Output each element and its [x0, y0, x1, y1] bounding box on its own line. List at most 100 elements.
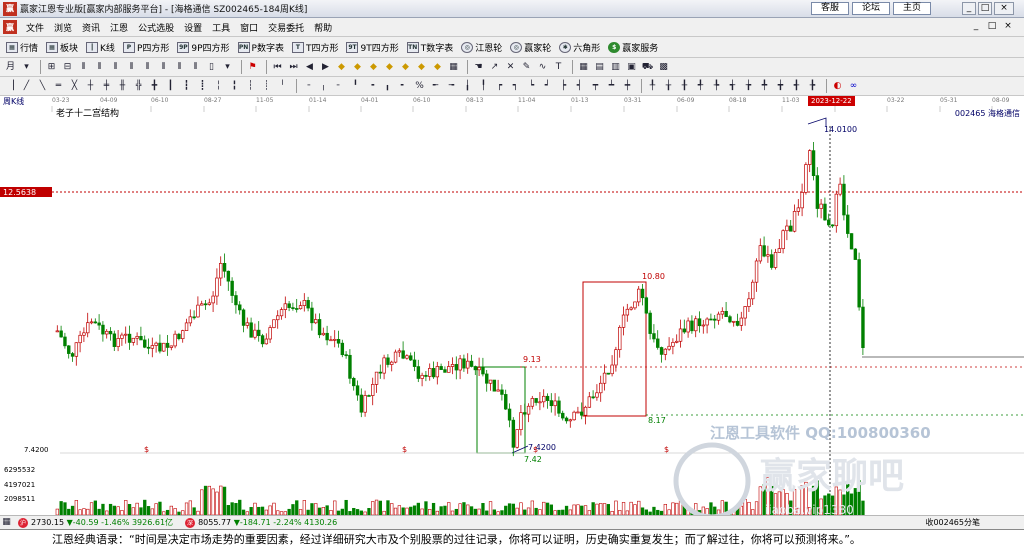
- color-wheel-icon[interactable]: ◐: [831, 80, 844, 93]
- t-number-table-button[interactable]: TN T数字表: [406, 41, 453, 54]
- line-icon[interactable]: ╿: [477, 80, 490, 93]
- ruler-icon[interactable]: ⊟: [61, 61, 74, 74]
- line-icon[interactable]: ╊: [806, 80, 819, 93]
- maximize-button[interactable]: □: [978, 2, 992, 15]
- cross-icon[interactable]: ✕: [504, 61, 517, 74]
- line-icon[interactable]: ╻: [381, 80, 394, 93]
- mdi-minimize-button[interactable]: _: [970, 21, 982, 31]
- line-icon[interactable]: ╪: [100, 80, 113, 93]
- diamond-icon[interactable]: ◆: [367, 61, 380, 74]
- zoom-icon[interactable]: ⊞: [45, 61, 58, 74]
- menu-info[interactable]: 资讯: [77, 21, 105, 34]
- line-icon[interactable]: ╱: [20, 80, 33, 93]
- bus-icon[interactable]: ▩: [657, 61, 670, 74]
- line-icon[interactable]: ┕: [525, 80, 538, 93]
- flag-icon[interactable]: ⚑: [246, 61, 259, 74]
- line-icon[interactable]: ┯: [589, 80, 602, 93]
- sector-button[interactable]: ▦ 板块: [46, 41, 78, 54]
- line-icon[interactable]: ┍: [493, 80, 506, 93]
- minimize-button[interactable]: _: [962, 2, 976, 15]
- menu-help[interactable]: 帮助: [309, 21, 337, 34]
- line-icon[interactable]: ╲: [36, 80, 49, 93]
- infinity-icon[interactable]: ∞: [847, 80, 860, 93]
- line-icon[interactable]: ╅: [726, 80, 739, 93]
- quotes-button[interactable]: ▦ 行情: [6, 41, 38, 54]
- grid-icon[interactable]: ▦: [577, 61, 590, 74]
- dropdown-icon[interactable]: ▾: [20, 61, 33, 74]
- winner-wheel-button[interactable]: ◎ 赢家轮: [510, 41, 551, 54]
- line-icon[interactable]: ┑: [509, 80, 522, 93]
- first-icon[interactable]: ⏮: [271, 61, 284, 74]
- line-icon[interactable]: ┊: [260, 80, 273, 93]
- menu-settings[interactable]: 设置: [179, 21, 207, 34]
- diamond-icon[interactable]: ◆: [399, 61, 412, 74]
- mdi-close-button[interactable]: ×: [1002, 21, 1014, 31]
- line-icon[interactable]: ╈: [774, 80, 787, 93]
- sz-index[interactable]: 深 8055.77 ▼-184.71 -2.24% 4130.26: [183, 517, 337, 528]
- line-icon[interactable]: ╵: [276, 80, 289, 93]
- bars-icon[interactable]: ⫴: [77, 61, 90, 74]
- table-icon[interactable]: ▥: [609, 61, 622, 74]
- line-icon[interactable]: ╸: [397, 80, 410, 93]
- forum-link[interactable]: 论坛: [852, 2, 890, 15]
- service-link[interactable]: 客服: [811, 2, 849, 15]
- line-icon[interactable]: ╹: [349, 80, 362, 93]
- menu-window[interactable]: 窗口: [235, 21, 263, 34]
- grid-icon[interactable]: ▦: [0, 516, 13, 529]
- line-icon[interactable]: ╫: [116, 80, 129, 93]
- hand-icon[interactable]: ☚: [472, 61, 485, 74]
- grid-icon[interactable]: ▦: [447, 61, 460, 74]
- line-icon[interactable]: ╀: [646, 80, 659, 93]
- line-icon[interactable]: ╁: [662, 80, 675, 93]
- menu-gann[interactable]: 江恩: [105, 21, 133, 34]
- mdi-restore-button[interactable]: □: [986, 21, 998, 31]
- line-icon[interactable]: ╶: [301, 80, 314, 93]
- hexagon-button[interactable]: ✱ 六角形: [559, 41, 600, 54]
- pencil-icon[interactable]: ✎: [520, 61, 533, 74]
- diamond-icon[interactable]: ◆: [335, 61, 348, 74]
- next-icon[interactable]: ▶: [319, 61, 332, 74]
- line-icon[interactable]: ╬: [132, 80, 145, 93]
- line-icon[interactable]: ╃: [694, 80, 707, 93]
- line-icon[interactable]: ┿: [621, 80, 634, 93]
- line-icon[interactable]: ┷: [605, 80, 618, 93]
- menu-browse[interactable]: 浏览: [49, 21, 77, 34]
- wave-icon[interactable]: ∿: [536, 61, 549, 74]
- menu-trade[interactable]: 交易委托: [263, 21, 309, 34]
- line-icon[interactable]: ╋: [148, 80, 161, 93]
- calendar-icon[interactable]: ▤: [593, 61, 606, 74]
- arrow-icon[interactable]: ↗: [488, 61, 501, 74]
- line-icon[interactable]: ┥: [573, 80, 586, 93]
- menu-file[interactable]: 文件: [21, 21, 49, 34]
- kline-button[interactable]: ┃ K线: [86, 41, 115, 54]
- line-icon[interactable]: ┼: [84, 80, 97, 93]
- line-icon[interactable]: ┃: [164, 80, 177, 93]
- diamond-icon[interactable]: ◆: [383, 61, 396, 74]
- line-icon[interactable]: ═: [52, 80, 65, 93]
- line-icon[interactable]: ╆: [742, 80, 755, 93]
- p-number-table-button[interactable]: PN P数字表: [237, 41, 284, 54]
- diamond-icon[interactable]: ◆: [431, 61, 444, 74]
- winner-service-button[interactable]: $ 赢家服务: [608, 41, 658, 54]
- bars-icon[interactable]: ⫴: [157, 61, 170, 74]
- line-icon[interactable]: ╴: [333, 80, 346, 93]
- bars-icon[interactable]: ⫴: [125, 61, 138, 74]
- dropdown-icon[interactable]: ▾: [221, 61, 234, 74]
- menu-formula[interactable]: 公式选股: [133, 21, 179, 34]
- t-square-button[interactable]: T T四方形: [291, 41, 338, 54]
- line-icon[interactable]: ▕: [4, 80, 17, 93]
- line-icon[interactable]: ╇: [758, 80, 771, 93]
- 9p-square-button[interactable]: 9P 9P四方形: [177, 41, 230, 54]
- percent-icon[interactable]: %: [413, 80, 426, 93]
- line-icon[interactable]: ╳: [68, 80, 81, 93]
- bars-icon[interactable]: ⫴: [93, 61, 106, 74]
- line-icon[interactable]: ╺: [365, 80, 378, 93]
- bars-icon[interactable]: ⫴: [109, 61, 122, 74]
- bars-icon[interactable]: ⫴: [141, 61, 154, 74]
- car-icon[interactable]: ⛟: [641, 61, 654, 74]
- line-icon[interactable]: ┆: [244, 80, 257, 93]
- line-icon[interactable]: ┝: [557, 80, 570, 93]
- period-icon[interactable]: 月: [4, 61, 17, 74]
- bars-icon[interactable]: ⫴: [189, 61, 202, 74]
- line-icon[interactable]: ╄: [710, 80, 723, 93]
